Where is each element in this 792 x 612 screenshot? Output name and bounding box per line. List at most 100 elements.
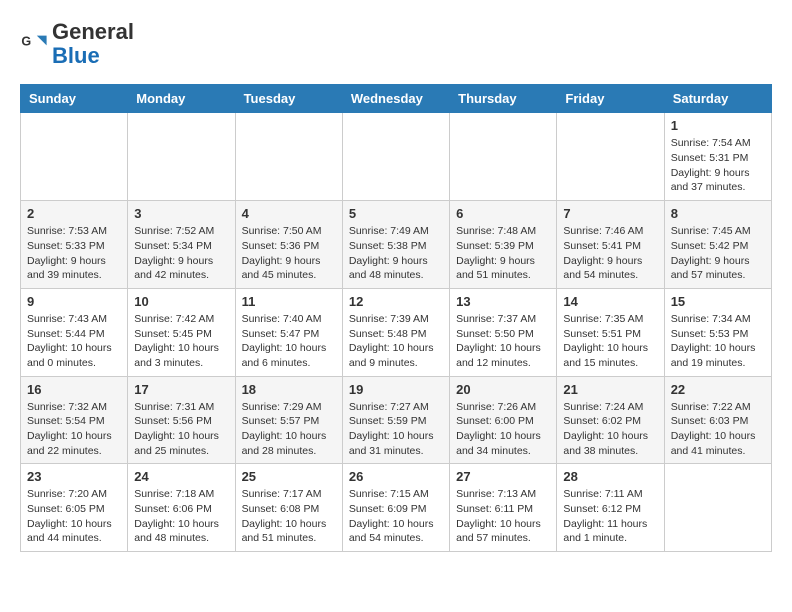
column-header-monday: Monday <box>128 85 235 113</box>
day-number: 4 <box>242 206 336 221</box>
day-info: Sunrise: 7:17 AM Sunset: 6:08 PM Dayligh… <box>242 487 336 546</box>
day-number: 23 <box>27 469 121 484</box>
day-number: 26 <box>349 469 443 484</box>
day-info: Sunrise: 7:52 AM Sunset: 5:34 PM Dayligh… <box>134 224 228 283</box>
calendar-cell: 12 Sunrise: 7:39 AM Sunset: 5:48 PM Dayli… <box>342 288 449 376</box>
day-number: 22 <box>671 382 765 397</box>
calendar-week-3: 9 Sunrise: 7:43 AM Sunset: 5:44 PM Daylig… <box>21 288 772 376</box>
day-info: Sunrise: 7:22 AM Sunset: 6:03 PM Dayligh… <box>671 400 765 459</box>
day-number: 27 <box>456 469 550 484</box>
calendar-cell <box>21 113 128 201</box>
day-number: 14 <box>563 294 657 309</box>
calendar-cell <box>128 113 235 201</box>
day-number: 21 <box>563 382 657 397</box>
day-info: Sunrise: 7:32 AM Sunset: 5:54 PM Dayligh… <box>27 400 121 459</box>
calendar-cell <box>235 113 342 201</box>
day-info: Sunrise: 7:43 AM Sunset: 5:44 PM Dayligh… <box>27 312 121 371</box>
calendar-cell <box>664 464 771 552</box>
calendar-cell: 15 Sunrise: 7:34 AM Sunset: 5:53 PM Dayli… <box>664 288 771 376</box>
column-header-tuesday: Tuesday <box>235 85 342 113</box>
day-number: 10 <box>134 294 228 309</box>
calendar-cell: 17 Sunrise: 7:31 AM Sunset: 5:56 PM Dayli… <box>128 376 235 464</box>
calendar-cell: 2Sunrise: 7:53 AM Sunset: 5:33 PM Daylig… <box>21 201 128 289</box>
svg-text:G: G <box>21 35 31 49</box>
calendar-cell <box>557 113 664 201</box>
calendar-cell: 25 Sunrise: 7:17 AM Sunset: 6:08 PM Dayli… <box>235 464 342 552</box>
calendar-cell: 22 Sunrise: 7:22 AM Sunset: 6:03 PM Dayli… <box>664 376 771 464</box>
day-number: 5 <box>349 206 443 221</box>
calendar-cell: 7 Sunrise: 7:46 AM Sunset: 5:41 PM Daylig… <box>557 201 664 289</box>
day-number: 12 <box>349 294 443 309</box>
calendar-header-row: SundayMondayTuesdayWednesdayThursdayFrid… <box>21 85 772 113</box>
day-info: Sunrise: 7:50 AM Sunset: 5:36 PM Dayligh… <box>242 224 336 283</box>
day-info: Sunrise: 7:20 AM Sunset: 6:05 PM Dayligh… <box>27 487 121 546</box>
day-number: 11 <box>242 294 336 309</box>
day-info: Sunrise: 7:39 AM Sunset: 5:48 PM Dayligh… <box>349 312 443 371</box>
column-header-saturday: Saturday <box>664 85 771 113</box>
day-info: Sunrise: 7:13 AM Sunset: 6:11 PM Dayligh… <box>456 487 550 546</box>
day-number: 15 <box>671 294 765 309</box>
day-info: Sunrise: 7:26 AM Sunset: 6:00 PM Dayligh… <box>456 400 550 459</box>
calendar-week-2: 2Sunrise: 7:53 AM Sunset: 5:33 PM Daylig… <box>21 201 772 289</box>
calendar-cell: 3 Sunrise: 7:52 AM Sunset: 5:34 PM Daylig… <box>128 201 235 289</box>
day-number: 25 <box>242 469 336 484</box>
calendar-cell: 5Sunrise: 7:49 AM Sunset: 5:38 PM Daylig… <box>342 201 449 289</box>
calendar-cell: 6 Sunrise: 7:48 AM Sunset: 5:39 PM Daylig… <box>450 201 557 289</box>
day-number: 28 <box>563 469 657 484</box>
day-info: Sunrise: 7:45 AM Sunset: 5:42 PM Dayligh… <box>671 224 765 283</box>
day-info: Sunrise: 7:29 AM Sunset: 5:57 PM Dayligh… <box>242 400 336 459</box>
day-number: 24 <box>134 469 228 484</box>
day-info: Sunrise: 7:27 AM Sunset: 5:59 PM Dayligh… <box>349 400 443 459</box>
calendar-cell: 4 Sunrise: 7:50 AM Sunset: 5:36 PM Daylig… <box>235 201 342 289</box>
calendar-cell: 10 Sunrise: 7:42 AM Sunset: 5:45 PM Dayli… <box>128 288 235 376</box>
day-info: Sunrise: 7:42 AM Sunset: 5:45 PM Dayligh… <box>134 312 228 371</box>
logo: G GeneralBlue <box>20 20 134 68</box>
logo-text: GeneralBlue <box>52 20 134 68</box>
day-number: 8 <box>671 206 765 221</box>
day-info: Sunrise: 7:31 AM Sunset: 5:56 PM Dayligh… <box>134 400 228 459</box>
calendar-cell: 11 Sunrise: 7:40 AM Sunset: 5:47 PM Dayli… <box>235 288 342 376</box>
day-info: Sunrise: 7:54 AM Sunset: 5:31 PM Dayligh… <box>671 136 765 195</box>
calendar-cell: 26Sunrise: 7:15 AM Sunset: 6:09 PM Dayli… <box>342 464 449 552</box>
day-number: 13 <box>456 294 550 309</box>
calendar-table: SundayMondayTuesdayWednesdayThursdayFrid… <box>20 84 772 552</box>
day-number: 1 <box>671 118 765 133</box>
day-number: 3 <box>134 206 228 221</box>
column-header-wednesday: Wednesday <box>342 85 449 113</box>
calendar-cell: 20 Sunrise: 7:26 AM Sunset: 6:00 PM Dayli… <box>450 376 557 464</box>
calendar-cell: 23 Sunrise: 7:20 AM Sunset: 6:05 PM Dayli… <box>21 464 128 552</box>
calendar-cell: 16 Sunrise: 7:32 AM Sunset: 5:54 PM Dayli… <box>21 376 128 464</box>
calendar-cell: 1 Sunrise: 7:54 AM Sunset: 5:31 PM Daylig… <box>664 113 771 201</box>
calendar-cell: 28Sunrise: 7:11 AM Sunset: 6:12 PM Dayli… <box>557 464 664 552</box>
day-number: 7 <box>563 206 657 221</box>
day-info: Sunrise: 7:35 AM Sunset: 5:51 PM Dayligh… <box>563 312 657 371</box>
day-info: Sunrise: 7:37 AM Sunset: 5:50 PM Dayligh… <box>456 312 550 371</box>
page-header: G GeneralBlue <box>20 20 772 68</box>
day-number: 16 <box>27 382 121 397</box>
day-info: Sunrise: 7:48 AM Sunset: 5:39 PM Dayligh… <box>456 224 550 283</box>
calendar-week-5: 23 Sunrise: 7:20 AM Sunset: 6:05 PM Dayli… <box>21 464 772 552</box>
calendar-week-1: 1 Sunrise: 7:54 AM Sunset: 5:31 PM Daylig… <box>21 113 772 201</box>
calendar-week-4: 16 Sunrise: 7:32 AM Sunset: 5:54 PM Dayli… <box>21 376 772 464</box>
day-info: Sunrise: 7:46 AM Sunset: 5:41 PM Dayligh… <box>563 224 657 283</box>
day-number: 18 <box>242 382 336 397</box>
calendar-cell: 18 Sunrise: 7:29 AM Sunset: 5:57 PM Dayli… <box>235 376 342 464</box>
column-header-thursday: Thursday <box>450 85 557 113</box>
day-info: Sunrise: 7:34 AM Sunset: 5:53 PM Dayligh… <box>671 312 765 371</box>
calendar-cell: 13 Sunrise: 7:37 AM Sunset: 5:50 PM Dayli… <box>450 288 557 376</box>
day-number: 6 <box>456 206 550 221</box>
column-header-friday: Friday <box>557 85 664 113</box>
day-number: 20 <box>456 382 550 397</box>
day-info: Sunrise: 7:24 AM Sunset: 6:02 PM Dayligh… <box>563 400 657 459</box>
day-number: 2 <box>27 206 121 221</box>
calendar-cell: 9 Sunrise: 7:43 AM Sunset: 5:44 PM Daylig… <box>21 288 128 376</box>
calendar-cell: 14 Sunrise: 7:35 AM Sunset: 5:51 PM Dayli… <box>557 288 664 376</box>
logo-icon: G <box>20 30 48 58</box>
day-info: Sunrise: 7:18 AM Sunset: 6:06 PM Dayligh… <box>134 487 228 546</box>
calendar-cell <box>450 113 557 201</box>
day-number: 17 <box>134 382 228 397</box>
calendar-cell: 8 Sunrise: 7:45 AM Sunset: 5:42 PM Daylig… <box>664 201 771 289</box>
calendar-cell: 19Sunrise: 7:27 AM Sunset: 5:59 PM Dayli… <box>342 376 449 464</box>
day-number: 9 <box>27 294 121 309</box>
day-info: Sunrise: 7:40 AM Sunset: 5:47 PM Dayligh… <box>242 312 336 371</box>
